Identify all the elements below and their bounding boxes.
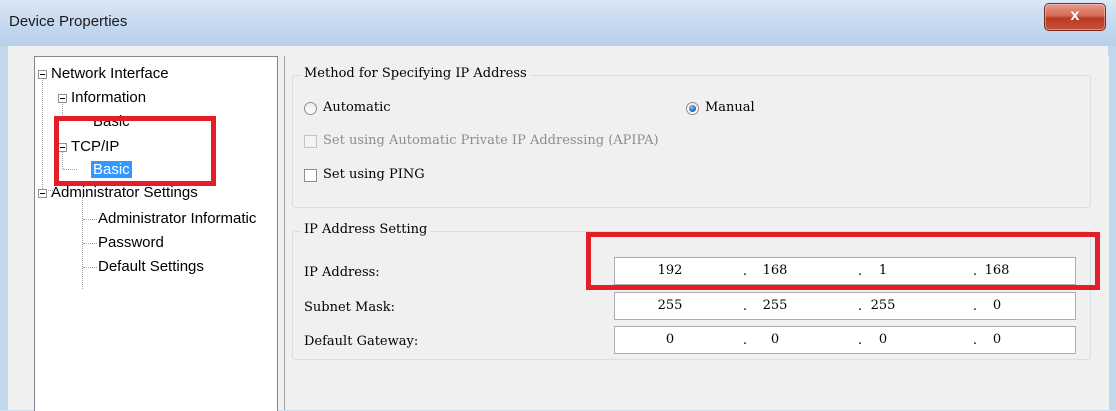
ip-octet[interactable]: 0 <box>957 298 1037 313</box>
radio-label-manual: Manual <box>705 100 755 115</box>
checkbox-label-ping: Set using PING <box>323 167 425 182</box>
window-title: Device Properties <box>9 13 128 30</box>
tree-line <box>83 243 97 244</box>
highlight-box-tcp-ip <box>54 116 216 186</box>
close-button[interactable]: x <box>1044 3 1106 31</box>
radio-label-automatic: Automatic <box>323 100 391 115</box>
tree-item-label: Password <box>98 234 164 251</box>
tree-item-label: Information <box>71 89 147 106</box>
collapse-icon[interactable] <box>38 70 47 79</box>
tree-line <box>83 267 97 268</box>
ip-octet[interactable]: 0 <box>735 332 815 347</box>
ip-octet[interactable]: 0 <box>957 332 1037 347</box>
tree-line <box>83 219 97 220</box>
dialog-client-area: Network Interface Information Basic TCP/… <box>8 46 1109 411</box>
checkbox-apipa <box>304 135 317 148</box>
default-gateway-label: Default Gateway: <box>304 334 419 349</box>
tree-item-network-interface[interactable]: Network Interface <box>51 64 169 84</box>
highlight-box-ip-address <box>586 232 1100 290</box>
tree-item-label: Administrator Settings <box>51 184 198 201</box>
window-frame-left <box>0 46 8 410</box>
checkbox-ping[interactable] <box>304 169 317 182</box>
ip-octet[interactable]: 0 <box>630 332 710 347</box>
checkbox-label-apipa: Set using Automatic Private IP Addressin… <box>323 133 659 148</box>
tree-item-label: Network Interface <box>51 65 169 82</box>
ip-octet[interactable]: 255 <box>735 298 815 313</box>
tree-item-password[interactable]: Password <box>98 233 164 253</box>
tree-item-default-settings[interactable]: Default Settings <box>98 257 204 277</box>
collapse-icon[interactable] <box>38 189 47 198</box>
tree-item-information[interactable]: Information <box>71 88 146 108</box>
tree-item-label: Administrator Informatic <box>98 210 257 227</box>
subnet-mask-label: Subnet Mask: <box>304 300 396 315</box>
tree-item-administrator-settings[interactable]: Administrator Settings <box>51 183 198 203</box>
subnet-mask-field[interactable]: 255 . 255 . 255 . 0 <box>614 292 1076 320</box>
group-title: IP Address Setting <box>301 222 431 237</box>
close-icon: x <box>1070 7 1080 24</box>
radio-manual[interactable] <box>686 102 699 115</box>
collapse-icon[interactable] <box>58 94 67 103</box>
ip-octet[interactable]: 0 <box>843 332 923 347</box>
ip-octet[interactable]: 255 <box>630 298 710 313</box>
group-title: Method for Specifying IP Address <box>301 66 530 81</box>
radio-automatic[interactable] <box>304 102 317 115</box>
tree-item-label: Default Settings <box>98 258 204 275</box>
default-gateway-field[interactable]: 0 . 0 . 0 . 0 <box>614 326 1076 354</box>
group-method-for-ip: Method for Specifying IP Address Automat… <box>292 66 1091 208</box>
ip-octet[interactable]: 255 <box>843 298 923 313</box>
ip-address-label: IP Address: <box>304 265 380 280</box>
window-frame-right <box>1108 46 1116 410</box>
tree-item-administrator-information[interactable]: Administrator Informatic <box>98 209 256 229</box>
tree-line <box>42 75 43 197</box>
navigation-tree[interactable]: Network Interface Information Basic TCP/… <box>34 56 278 411</box>
title-bar: Device Properties x <box>0 0 1116 46</box>
